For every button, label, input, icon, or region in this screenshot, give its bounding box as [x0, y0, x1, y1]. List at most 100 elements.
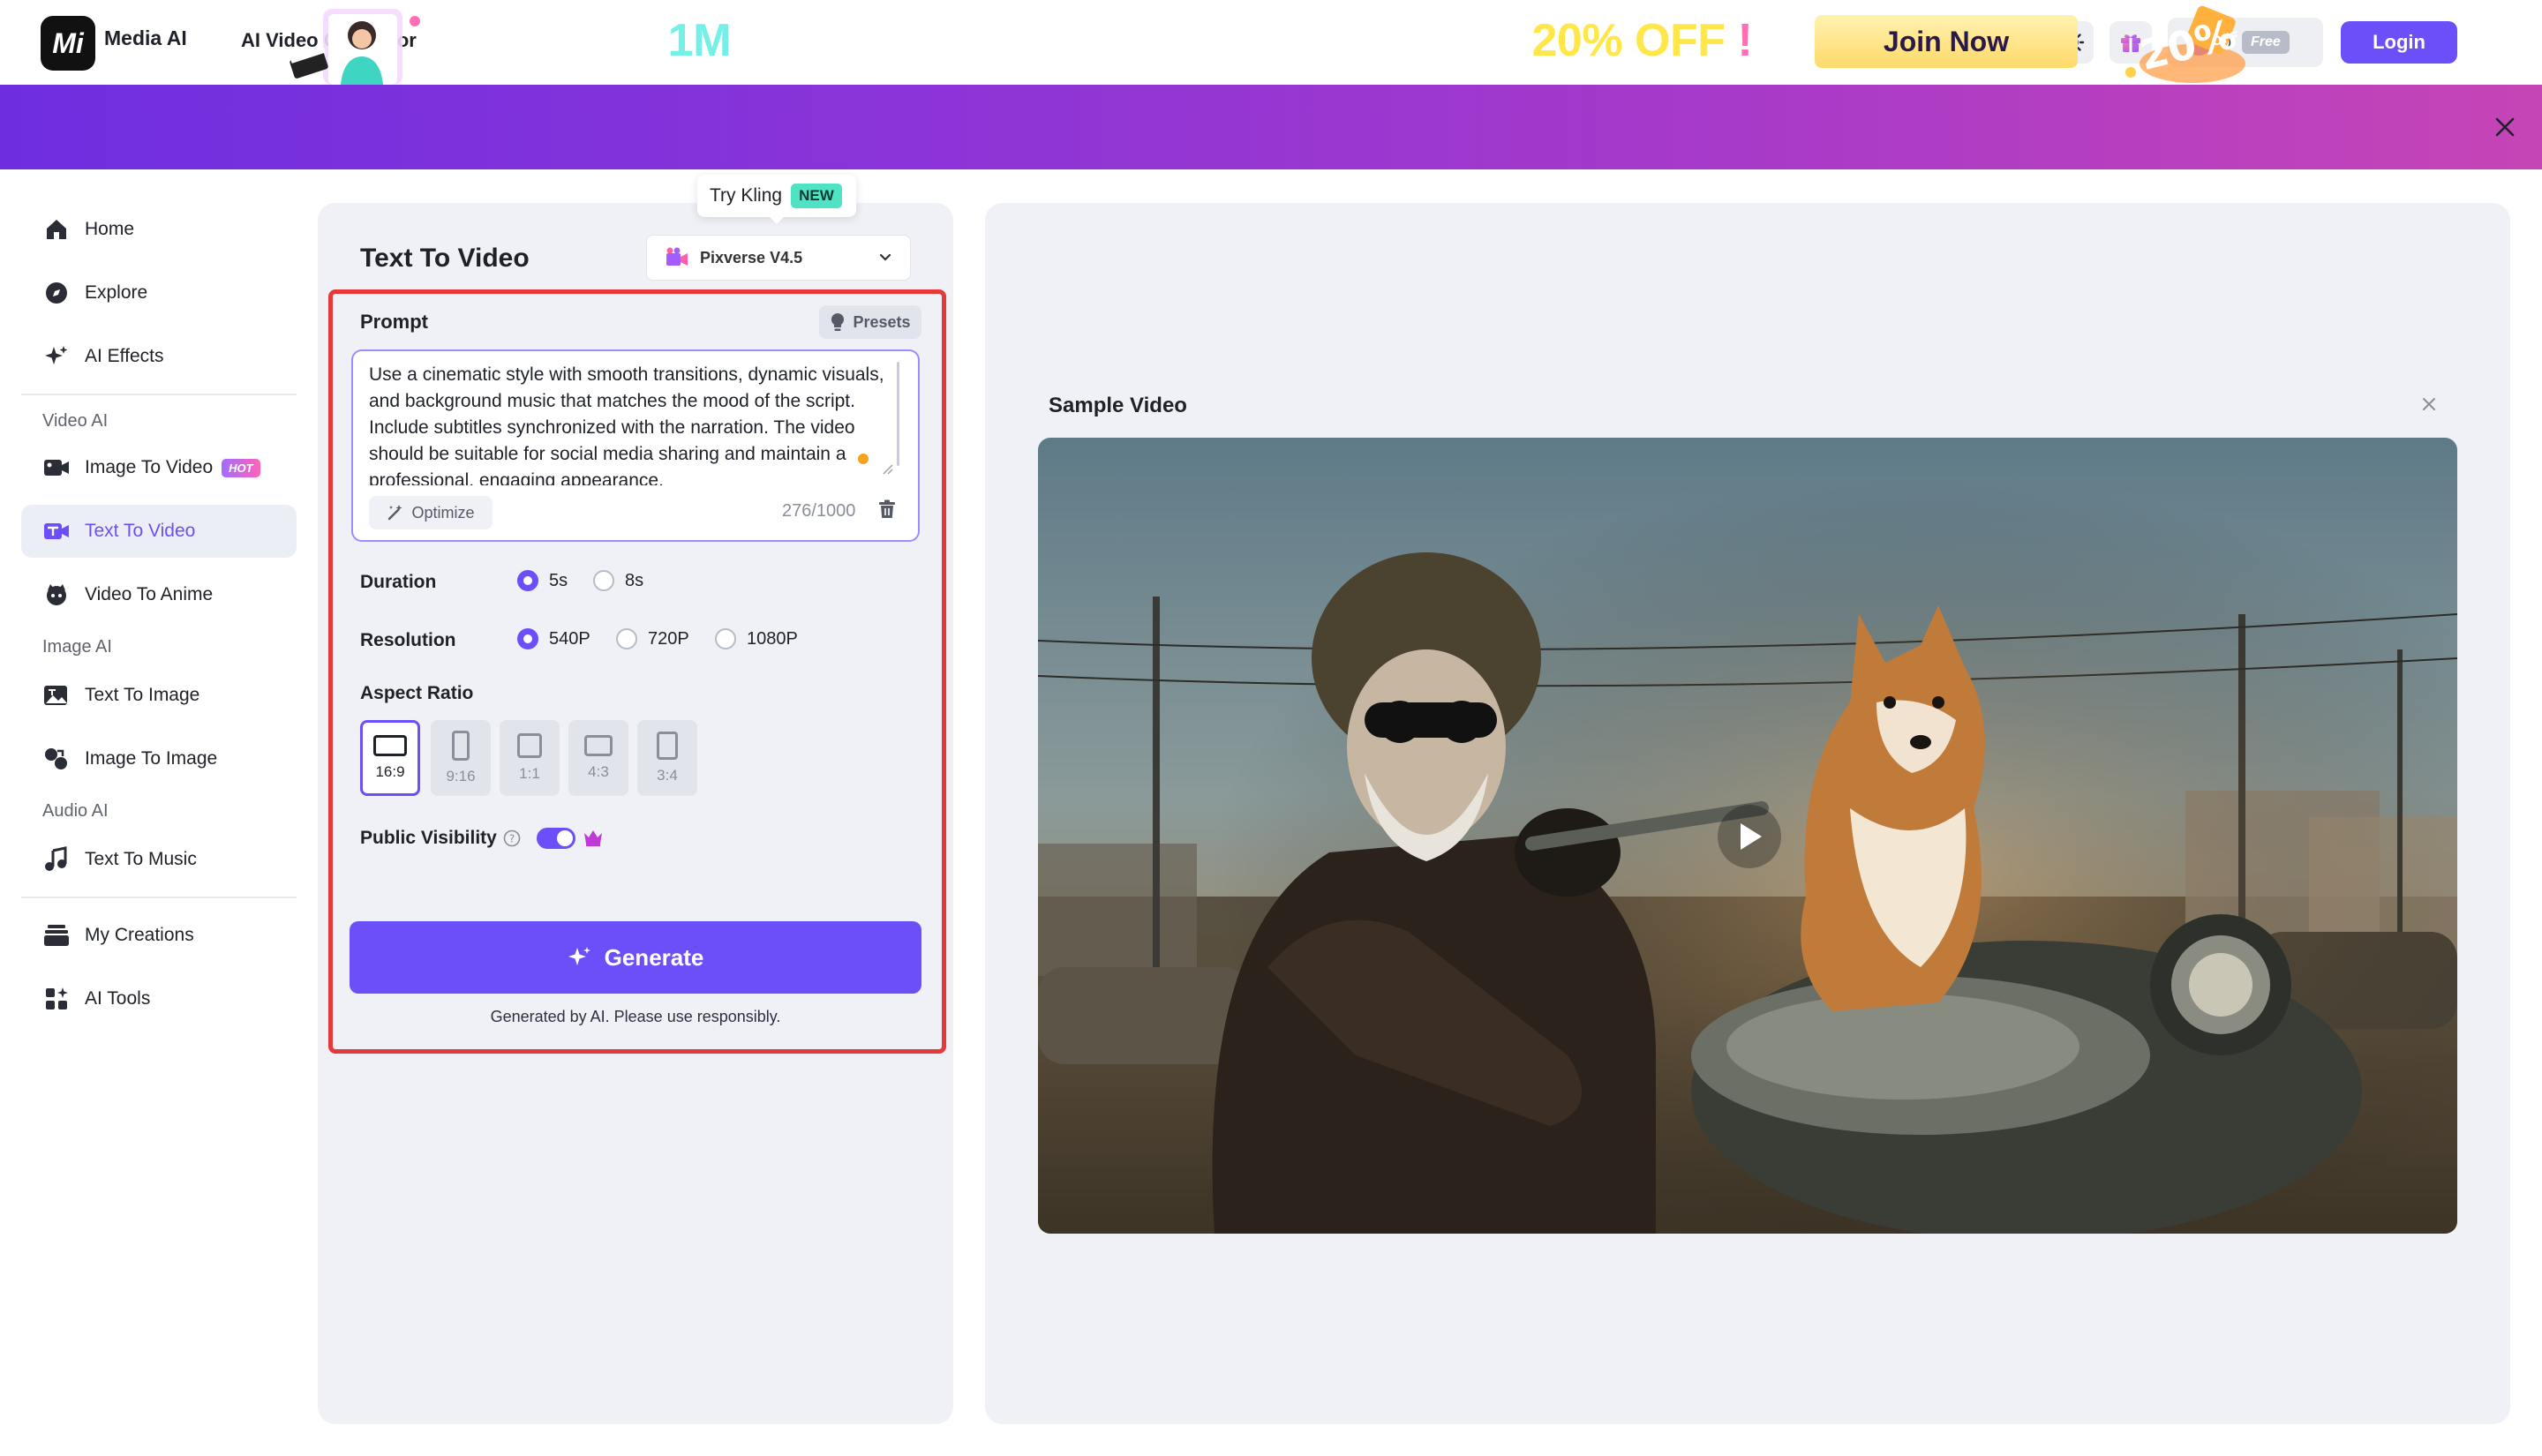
generate-label: Generate [604, 943, 704, 971]
pixverse-icon [666, 247, 688, 266]
toggle-knob [557, 830, 573, 846]
sidebar-item-text-to-music[interactable]: Text To Music [21, 833, 297, 886]
duration-option-8s[interactable]: 8s [593, 570, 643, 591]
prompt-scrollbar[interactable] [897, 362, 899, 466]
sidebar-item-home[interactable]: Home [21, 203, 297, 256]
public-visibility-toggle[interactable] [537, 828, 575, 849]
aspect-4-3-label: 4:3 [588, 763, 609, 780]
sidebar-item-image-to-video[interactable]: Image To Video HOT [21, 441, 297, 494]
sparkle-icon [568, 947, 590, 965]
tooltip-label: Try Kling [710, 185, 783, 206]
radio-unselected[interactable] [593, 570, 614, 591]
new-badge: NEW [791, 184, 842, 208]
banner-close-button[interactable] [2487, 109, 2523, 145]
resolution-720p-label: 720P [648, 628, 689, 649]
resolution-option-540p[interactable]: 540P [517, 628, 590, 649]
sidebar-item-text-to-video[interactable]: Text To Video [21, 505, 297, 558]
sidebar-item-ai-tools[interactable]: AI Tools [21, 972, 297, 1025]
aspect-option-1-1[interactable]: 1:1 [500, 720, 560, 796]
ai-disclaimer: Generated by AI. Please use responsibly. [490, 1008, 781, 1025]
banner-headline: We've hit 1M AI creations! Your viral mo… [461, 15, 1753, 66]
radio-unselected[interactable] [616, 628, 637, 649]
duration-8s-label: 8s [625, 570, 644, 590]
landscape-4-3-shape-icon [584, 735, 613, 756]
brand-name[interactable]: Media AI [104, 26, 187, 50]
page-title: Text To Video [360, 244, 530, 273]
play-icon [1741, 823, 1762, 850]
resize-handle-icon[interactable] [881, 462, 893, 475]
sidebar-item-my-creations[interactable]: My Creations [21, 909, 297, 962]
sidebar-section-video-ai: Video AI [42, 411, 109, 431]
sidebar-item-label: My Creations [85, 925, 194, 945]
tools-icon [42, 985, 71, 1013]
aspect-option-4-3[interactable]: 4:3 [568, 720, 628, 796]
clear-prompt-button[interactable] [876, 498, 899, 521]
resolution-label: Resolution [360, 630, 456, 650]
sidebar-item-text-to-image[interactable]: Text To Image [21, 669, 297, 722]
duration-5s-label: 5s [549, 570, 568, 590]
crown-icon [584, 830, 602, 846]
aspect-option-9-16[interactable]: 9:16 [431, 720, 491, 796]
aspect-16-9-label: 16:9 [375, 763, 405, 780]
magic-wand-icon [388, 505, 402, 521]
character-count: 276/1000 [782, 501, 856, 521]
duration-option-5s[interactable]: 5s [517, 570, 568, 591]
aspect-ratio-label: Aspect Ratio [360, 683, 474, 703]
sidebar-item-video-to-anime[interactable]: Video To Anime [21, 568, 297, 621]
banner-character-illustration [290, 9, 420, 85]
try-kling-tooltip[interactable]: Try Kling NEW [697, 175, 856, 217]
aspect-3-4-label: 3:4 [657, 767, 678, 784]
sidebar-item-explore[interactable]: Explore [21, 266, 297, 319]
sidebar-item-image-to-image[interactable]: Image To Image [21, 732, 297, 785]
sidebar-divider [21, 897, 297, 898]
compass-icon [42, 279, 71, 307]
duration-label: Duration [360, 572, 437, 592]
sidebar-item-label: Explore [85, 282, 148, 303]
svg-text:?: ? [509, 833, 515, 845]
resolution-540p-label: 540P [549, 628, 590, 649]
home-icon [42, 215, 71, 244]
sidebar-item-ai-effects[interactable]: AI Effects [21, 330, 297, 383]
resolution-1080p-label: 1080P [747, 628, 798, 649]
promo-banner[interactable] [0, 85, 2542, 169]
bulb-icon [831, 312, 845, 331]
resolution-option-1080p[interactable]: 1080P [715, 628, 798, 649]
text-image-icon [42, 681, 71, 709]
aspect-option-16-9[interactable]: 16:9 [360, 720, 420, 796]
aspect-9-16-label: 9:16 [446, 768, 476, 784]
join-now-button[interactable]: Join Now [1815, 15, 2078, 68]
sidebar-item-label: Text To Video [85, 521, 196, 541]
anime-icon [42, 581, 71, 609]
media-ai-logo[interactable]: Mi [41, 16, 95, 71]
radio-unselected[interactable] [715, 628, 736, 649]
discount-badge-illustration: 20% OFF [2125, 5, 2245, 83]
sidebar-section-image-ai: Image AI [42, 637, 112, 657]
tooltip-arrow [768, 215, 786, 224]
info-icon[interactable]: ? [503, 829, 521, 847]
radio-selected[interactable] [517, 570, 538, 591]
sidebar-item-label: Text To Image [85, 685, 200, 705]
play-button[interactable] [1718, 805, 1781, 868]
model-select[interactable]: Pixverse V4.5 [646, 235, 911, 281]
presets-button[interactable]: Presets [819, 305, 921, 339]
radio-selected[interactable] [517, 628, 538, 649]
sparkle-icon [42, 342, 71, 371]
login-button[interactable]: Login [2341, 21, 2457, 64]
chevron-down-icon [879, 253, 891, 261]
sample-close-button[interactable] [2418, 394, 2440, 415]
grammar-indicator[interactable] [858, 454, 869, 464]
resolution-option-720p[interactable]: 720P [616, 628, 689, 649]
prompt-text[interactable]: Use a cinematic style with smooth transi… [369, 362, 895, 485]
sidebar-item-label: AI Effects [85, 346, 164, 366]
optimize-button[interactable]: Optimize [369, 496, 493, 529]
image-image-icon [42, 745, 71, 773]
trash-icon [879, 499, 895, 518]
portrait-3-4-shape-icon [657, 732, 678, 760]
portrait-shape-icon [452, 731, 470, 761]
sidebar-item-label: Home [85, 219, 135, 239]
generate-button[interactable]: Generate [350, 921, 921, 994]
model-select-value: Pixverse V4.5 [700, 248, 803, 266]
sidebar-item-label: Video To Anime [85, 584, 214, 604]
aspect-option-3-4[interactable]: 3:4 [637, 720, 697, 796]
landscape-shape-icon [373, 735, 407, 756]
